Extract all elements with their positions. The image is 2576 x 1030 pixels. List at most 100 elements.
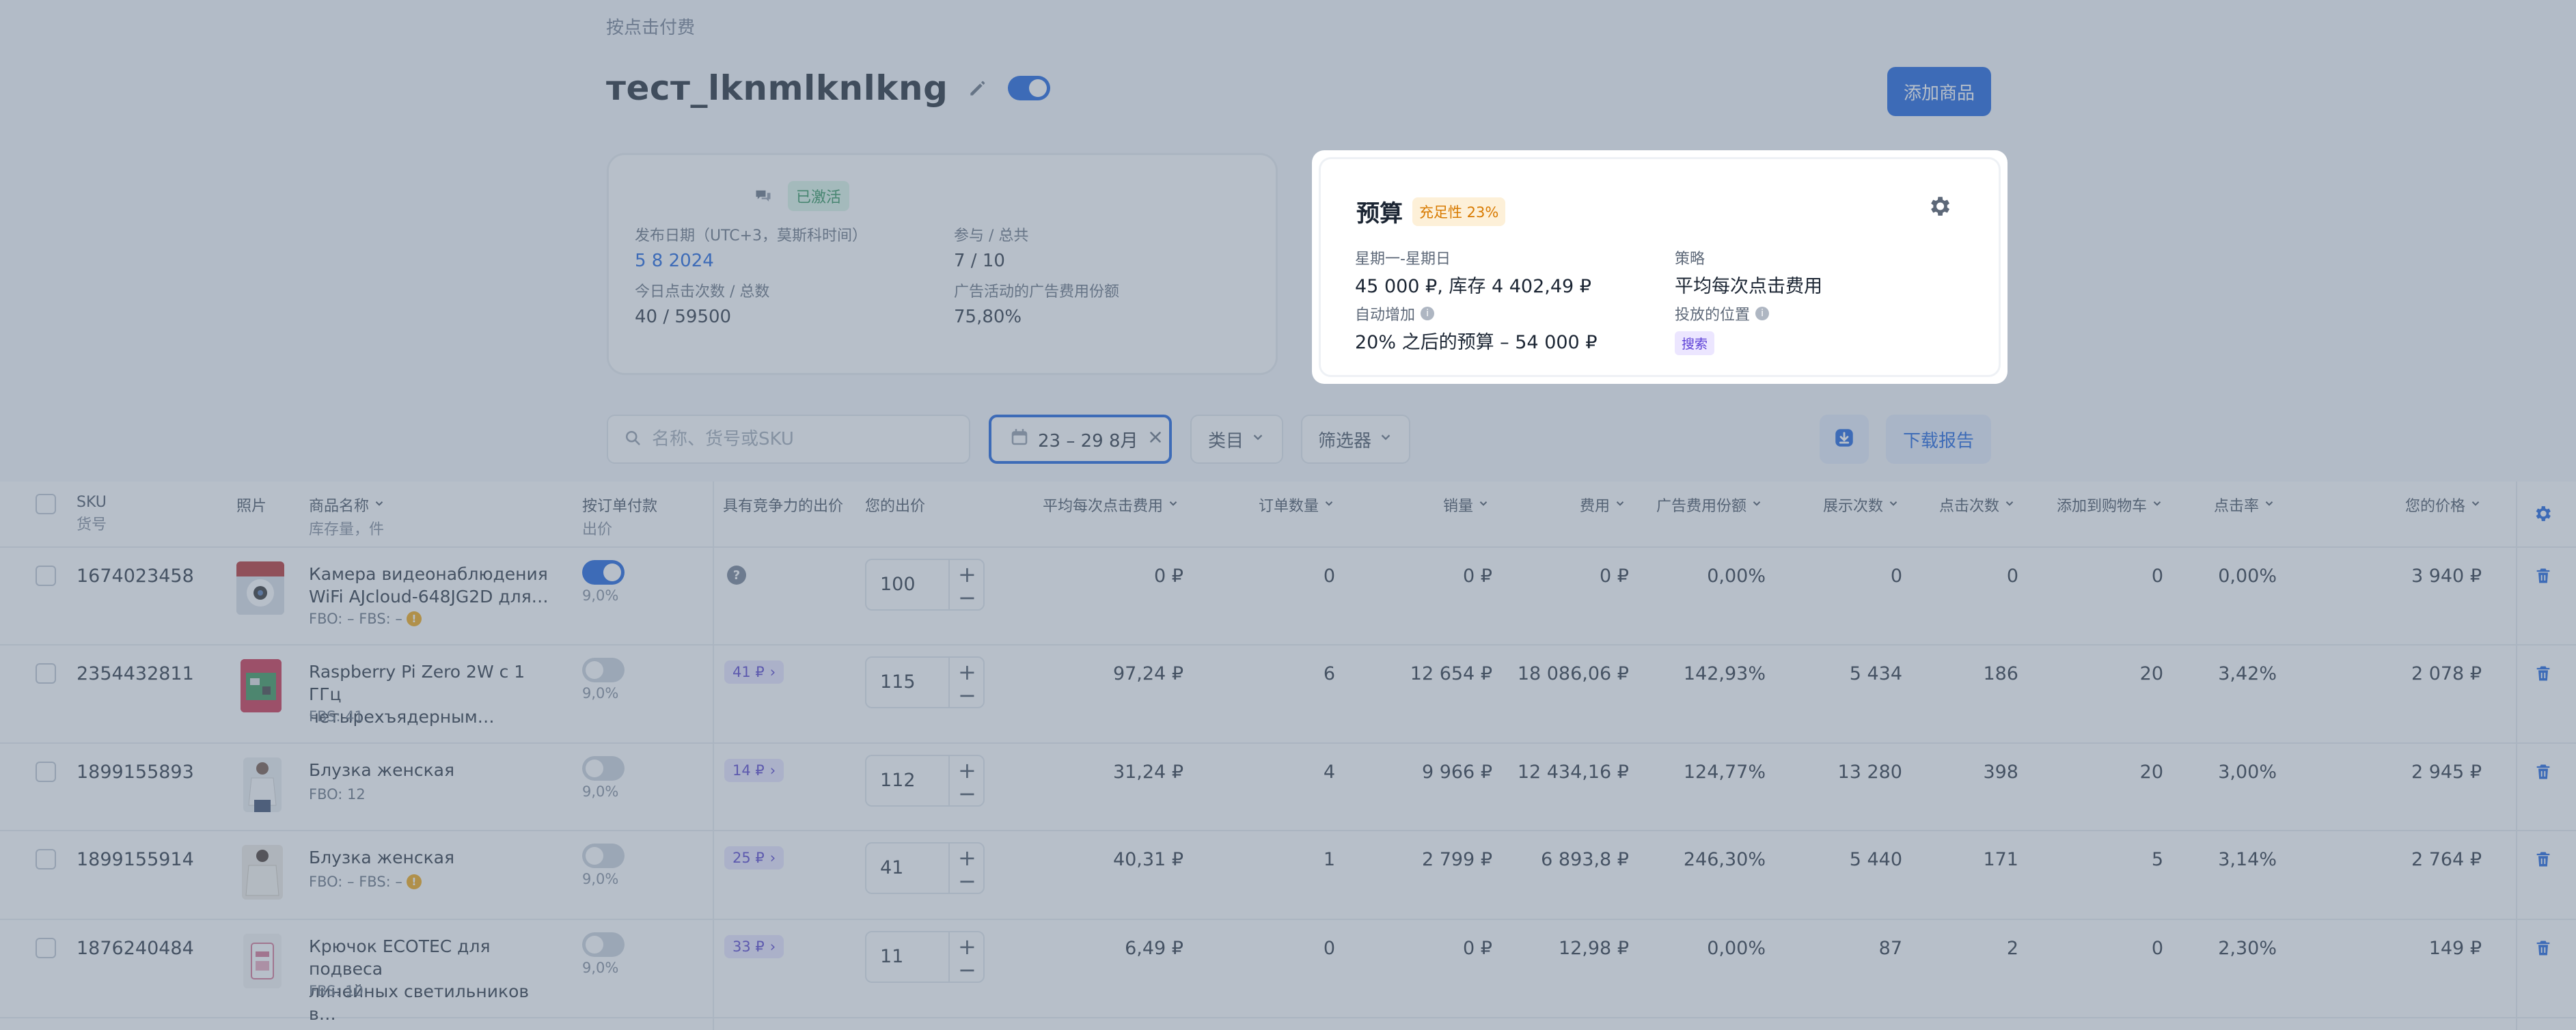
placement-info-icon[interactable]: i (1755, 307, 1770, 320)
bid-value[interactable]: 112 (880, 770, 916, 791)
th-cost[interactable]: 费用 (1503, 494, 1626, 516)
competitive-bid-pill[interactable]: 25 ₽ › (724, 846, 784, 869)
delete-trash-icon[interactable] (2534, 566, 2553, 586)
product-photo[interactable] (241, 659, 282, 712)
bid-plus-button[interactable]: + (958, 659, 976, 685)
pay-per-order-toggle[interactable] (582, 932, 625, 957)
breadcrumb[interactable]: 按点击付费 (606, 14, 695, 39)
ad-share-block: 广告活动的广告费用份额 75,80% (954, 279, 1119, 327)
auto-increase-label: 自动增加 (1355, 307, 1416, 324)
th-name-label: 商品名称 (309, 498, 370, 515)
clear-date-close-icon[interactable] (1147, 428, 1164, 451)
ad-share-label: 广告活动的广告费用份额 (954, 283, 1120, 301)
help-question-icon[interactable]: ? (727, 566, 746, 585)
competitive-bid-pill[interactable]: 41 ₽ › (724, 660, 784, 684)
delete-trash-icon[interactable] (2534, 938, 2553, 958)
delete-trash-icon[interactable] (2534, 663, 2553, 684)
row-sku: 2354432811 (77, 663, 194, 684)
placement-block: 投放的位置 i 搜索 (1675, 303, 1770, 355)
bid-minus-button[interactable]: − (958, 868, 976, 894)
date-range-chip[interactable]: 23 – 29 8月 (989, 415, 1172, 464)
download-report-button[interactable]: 下载报告 (1886, 415, 1991, 464)
th-ad-share[interactable]: 广告费用份额 (1640, 494, 1763, 516)
product-photo[interactable] (236, 561, 284, 615)
table-settings-gear-icon[interactable] (2532, 503, 2553, 527)
bid-stepper[interactable]: 100 + − (865, 559, 985, 611)
product-name[interactable]: Камера видеонаблюдения WiFi AJcloud-648J… (309, 563, 555, 608)
select-all-checkbox[interactable] (36, 494, 56, 514)
bid-minus-button[interactable]: − (958, 585, 976, 611)
product-name[interactable]: Блузка женская (309, 759, 555, 781)
row-ad-share: 0,00% (1707, 938, 1766, 959)
product-name[interactable]: Крючок ECOTEC для подвеса линейных свети… (309, 935, 555, 1025)
delete-trash-icon[interactable] (2534, 762, 2553, 782)
product-photo[interactable] (243, 757, 282, 812)
row-cart: 5 (2151, 849, 2163, 870)
product-photo[interactable] (242, 845, 283, 900)
product-name-line1: Блузка женская (309, 848, 455, 867)
product-photo[interactable] (243, 934, 282, 988)
warning-icon[interactable]: ! (406, 611, 422, 626)
pay-per-order-toggle[interactable] (582, 560, 625, 585)
competitive-bid-pill[interactable]: 14 ₽ › (724, 759, 784, 782)
competitive-bid-pill[interactable]: 33 ₽ › (724, 935, 784, 958)
category-dropdown[interactable]: 类目 (1190, 415, 1283, 464)
table-row[interactable]: 1876240484 Крючок ECOTEC для подвеса лин… (0, 920, 2576, 1024)
bid-stepper[interactable]: 115 + − (865, 656, 985, 708)
row-checkbox[interactable] (36, 663, 56, 684)
search-input[interactable] (652, 429, 953, 449)
budget-settings-gear-icon[interactable] (1926, 193, 1952, 219)
bid-plus-button[interactable]: + (958, 757, 976, 783)
bid-minus-button[interactable]: − (958, 682, 976, 708)
download-icon-button[interactable] (1820, 415, 1869, 464)
row-checkbox[interactable] (36, 849, 56, 869)
row-ctr: 0,00% (2218, 566, 2277, 587)
table-row[interactable]: 1899155914 Блузка женская FBO: – FBS: – … (0, 831, 2576, 920)
pay-per-order-toggle[interactable] (582, 844, 625, 868)
search-box[interactable] (607, 415, 970, 464)
bid-stepper[interactable]: 112 + − (865, 755, 985, 807)
th-add-to-cart[interactable]: 添加到购物车 (2023, 494, 2163, 516)
th-sku: SKU 货号 (77, 494, 107, 534)
th-clicks[interactable]: 点击次数 (1913, 494, 2016, 516)
table-row[interactable]: 1899155893 Блузка женская FBO: 12 9,0% 1… (0, 744, 2576, 831)
edit-pencil-icon[interactable] (967, 77, 989, 99)
start-date-value[interactable]: 5 8 2024 (635, 251, 867, 271)
product-name[interactable]: Блузка женская (309, 846, 555, 869)
budget-card[interactable]: 预算 充足性 23% 星期一-星期日 45 000 ₽, 库存 4 402,49… (1312, 150, 2008, 384)
campaign-toggle[interactable] (1008, 76, 1051, 100)
table-row[interactable]: 1674023458 Камера видеонаблюдения WiFi A… (0, 548, 2576, 645)
bid-value[interactable]: 41 (880, 857, 903, 878)
row-checkbox[interactable] (36, 566, 56, 586)
bid-value[interactable]: 100 (880, 574, 916, 595)
bid-minus-button[interactable]: − (958, 781, 976, 807)
th-ctr[interactable]: 点击率 (2180, 494, 2275, 516)
th-name[interactable]: 商品名称 库存量，件 (309, 494, 385, 539)
pay-per-order-toggle[interactable] (582, 658, 625, 682)
th-orders[interactable]: 订单数量 (1209, 494, 1335, 516)
row-checkbox[interactable] (36, 762, 56, 782)
th-impressions[interactable]: 展示次数 (1777, 494, 1900, 516)
pay-per-order-toggle[interactable] (582, 756, 625, 781)
auto-increase-info-icon[interactable]: i (1421, 307, 1435, 320)
bid-plus-button[interactable]: + (958, 561, 976, 587)
pay-per-order-pct: 9,0% (582, 783, 619, 800)
filter-dropdown[interactable]: 筛选器 (1301, 415, 1410, 464)
table-row[interactable]: 2354432811 Raspberry Pi Zero 2W с 1 ГГц … (0, 645, 2576, 744)
chat-icon[interactable] (754, 186, 773, 206)
bid-value[interactable]: 115 (880, 671, 916, 693)
product-stock-text: FBO: 12 (309, 786, 366, 803)
th-avg-cpc[interactable]: 平均每次点击费用 (991, 494, 1179, 516)
bid-plus-button[interactable]: + (958, 934, 976, 960)
th-your-price[interactable]: 您的价格 (2351, 494, 2482, 516)
th-sales[interactable]: 销量 (1367, 494, 1490, 516)
bid-plus-button[interactable]: + (958, 845, 976, 871)
delete-trash-icon[interactable] (2534, 849, 2553, 869)
warning-icon[interactable]: ! (406, 874, 422, 889)
bid-stepper[interactable]: 41 + − (865, 842, 985, 894)
bid-minus-button[interactable]: − (958, 957, 976, 983)
row-checkbox[interactable] (36, 938, 56, 958)
bid-stepper[interactable]: 11 + − (865, 931, 985, 983)
add-product-button[interactable]: 添加商品 (1887, 67, 1991, 116)
bid-value[interactable]: 11 (880, 946, 903, 967)
